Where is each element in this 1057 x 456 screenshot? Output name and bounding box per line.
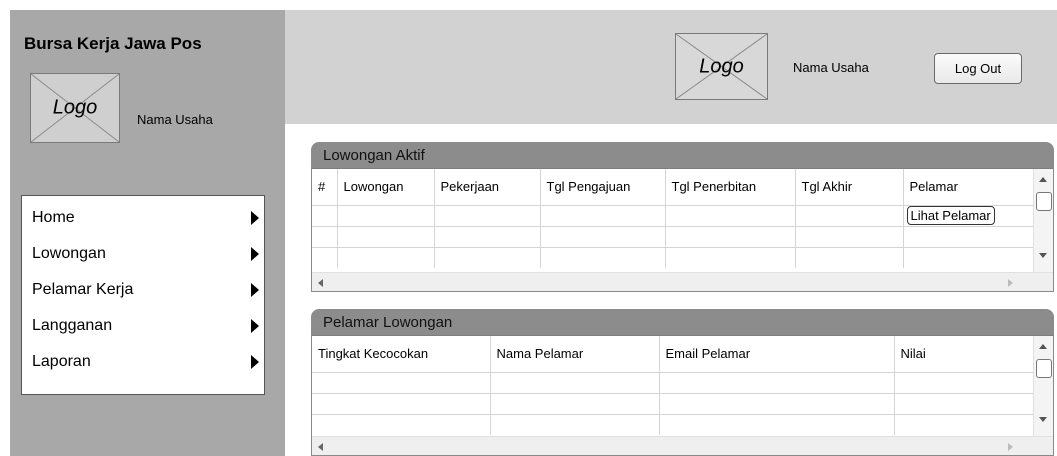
menu-item-home[interactable]: Home	[22, 200, 264, 236]
table-cell	[312, 225, 338, 247]
menu-item-label: Pelamar Kerja	[32, 281, 134, 298]
menu-item-laporan[interactable]: Laporan	[22, 344, 264, 380]
column-header[interactable]: #	[312, 169, 338, 205]
column-header[interactable]: Tingkat Kecocokan	[312, 336, 491, 372]
arrow-right-icon	[251, 211, 259, 225]
table-cell	[490, 371, 660, 393]
table-row[interactable]	[312, 246, 1034, 268]
table-cell	[434, 246, 541, 268]
table-row[interactable]	[312, 413, 1034, 435]
table-cell	[540, 225, 666, 247]
column-header[interactable]: Tgl Penerbitan	[665, 169, 796, 205]
arrow-right-icon	[251, 355, 259, 369]
scroll-right-icon[interactable]	[1008, 279, 1013, 287]
menu-item-label: Langganan	[32, 317, 113, 334]
table-cell	[312, 371, 491, 393]
active-jobs-grid: # Lowongan Pekerjaan Tgl Pengajuan Tgl P…	[311, 168, 1054, 292]
table-cell	[894, 392, 1034, 414]
horizontal-scrollbar[interactable]	[312, 272, 1053, 291]
table-cell	[665, 225, 796, 247]
table-row[interactable]: Lihat Pelamar	[312, 204, 1034, 226]
arrow-right-icon	[251, 247, 259, 261]
menu-item-pelamar-kerja[interactable]: Pelamar Kerja	[22, 272, 264, 308]
sidebar-logo-text: Logo	[52, 96, 98, 119]
column-header[interactable]: Nilai	[894, 336, 1034, 372]
column-header[interactable]: Email Pelamar	[659, 336, 895, 372]
table-row[interactable]	[312, 225, 1034, 247]
table-cell	[312, 246, 338, 268]
scroll-left-icon[interactable]	[318, 279, 323, 287]
table-cell	[659, 371, 895, 393]
scroll-down-icon[interactable]	[1039, 417, 1047, 422]
menu-item-label: Laporan	[32, 353, 91, 370]
app-title: Bursa Kerja Jawa Pos	[24, 34, 202, 53]
sidebar-business-name: Nama Usaha	[137, 112, 213, 127]
column-header[interactable]: Lowongan	[337, 169, 435, 205]
horizontal-scrollbar[interactable]	[312, 436, 1053, 455]
scroll-up-icon[interactable]	[1039, 344, 1047, 349]
table-cell	[312, 204, 338, 226]
table-cell	[795, 204, 904, 226]
table-row[interactable]	[312, 392, 1034, 414]
table-row[interactable]	[312, 371, 1034, 393]
table-cell	[903, 246, 1034, 268]
applicants-table: Tingkat Kecocokan Nama Pelamar Email Pel…	[312, 336, 1034, 435]
table-cell	[337, 246, 435, 268]
applicants-grid: Tingkat Kecocokan Nama Pelamar Email Pel…	[311, 335, 1054, 456]
scroll-thumb[interactable]	[1036, 192, 1052, 211]
table-cell	[540, 246, 666, 268]
scroll-right-icon[interactable]	[1008, 443, 1013, 451]
column-header[interactable]: Tgl Akhir	[795, 169, 904, 205]
table-header-row: Tingkat Kecocokan Nama Pelamar Email Pel…	[312, 336, 1034, 372]
active-jobs-table: # Lowongan Pekerjaan Tgl Pengajuan Tgl P…	[312, 169, 1034, 268]
view-applicants-button[interactable]: Lihat Pelamar	[906, 206, 995, 225]
menu-item-langganan[interactable]: Langganan	[22, 308, 264, 344]
vertical-scrollbar[interactable]	[1033, 169, 1053, 272]
table-cell	[659, 392, 895, 414]
table-cell	[659, 413, 895, 435]
table-cell	[490, 413, 660, 435]
table-cell	[434, 225, 541, 247]
menu-item-lowongan[interactable]: Lowongan	[22, 236, 264, 272]
scroll-thumb[interactable]	[1036, 359, 1052, 378]
arrow-right-icon	[251, 283, 259, 297]
main-menu: Home Lowongan Pelamar Kerja Langganan La…	[21, 195, 265, 395]
vertical-scrollbar[interactable]	[1033, 336, 1053, 436]
table-cell	[665, 204, 796, 226]
applicants-title: Pelamar Lowongan	[311, 309, 1054, 335]
table-cell	[795, 225, 904, 247]
column-header[interactable]: Tgl Pengajuan	[540, 169, 666, 205]
arrow-right-icon	[251, 319, 259, 333]
table-header-row: # Lowongan Pekerjaan Tgl Pengajuan Tgl P…	[312, 169, 1034, 205]
column-header[interactable]: Pekerjaan	[434, 169, 541, 205]
active-jobs-panel: Lowongan Aktif # Lowongan Pekerjaan Tgl …	[311, 142, 1054, 292]
scroll-down-icon[interactable]	[1039, 253, 1047, 258]
table-cell	[312, 413, 491, 435]
header-logo: Logo	[675, 33, 768, 100]
table-cell	[337, 204, 435, 226]
sidebar-logo: Logo	[30, 73, 120, 143]
table-cell	[434, 204, 541, 226]
menu-item-label: Home	[32, 209, 75, 226]
table-cell	[665, 246, 796, 268]
menu-item-label: Lowongan	[32, 245, 106, 262]
table-cell	[894, 413, 1034, 435]
active-jobs-title: Lowongan Aktif	[311, 142, 1054, 168]
column-header[interactable]: Nama Pelamar	[490, 336, 660, 372]
table-cell: Lihat Pelamar	[903, 204, 1034, 226]
scroll-left-icon[interactable]	[318, 443, 323, 451]
table-cell	[894, 371, 1034, 393]
header-business-name: Nama Usaha	[793, 60, 869, 75]
logout-button[interactable]: Log Out	[934, 53, 1022, 84]
header-logo-text: Logo	[699, 55, 744, 77]
column-header[interactable]: Pelamar	[903, 169, 1034, 205]
table-cell	[795, 246, 904, 268]
table-cell	[312, 392, 491, 414]
scroll-up-icon[interactable]	[1039, 177, 1047, 182]
table-cell	[337, 225, 435, 247]
table-cell	[903, 225, 1034, 247]
table-cell	[490, 392, 660, 414]
applicants-panel: Pelamar Lowongan Tingkat Kecocokan Nama …	[311, 309, 1054, 456]
table-cell	[540, 204, 666, 226]
